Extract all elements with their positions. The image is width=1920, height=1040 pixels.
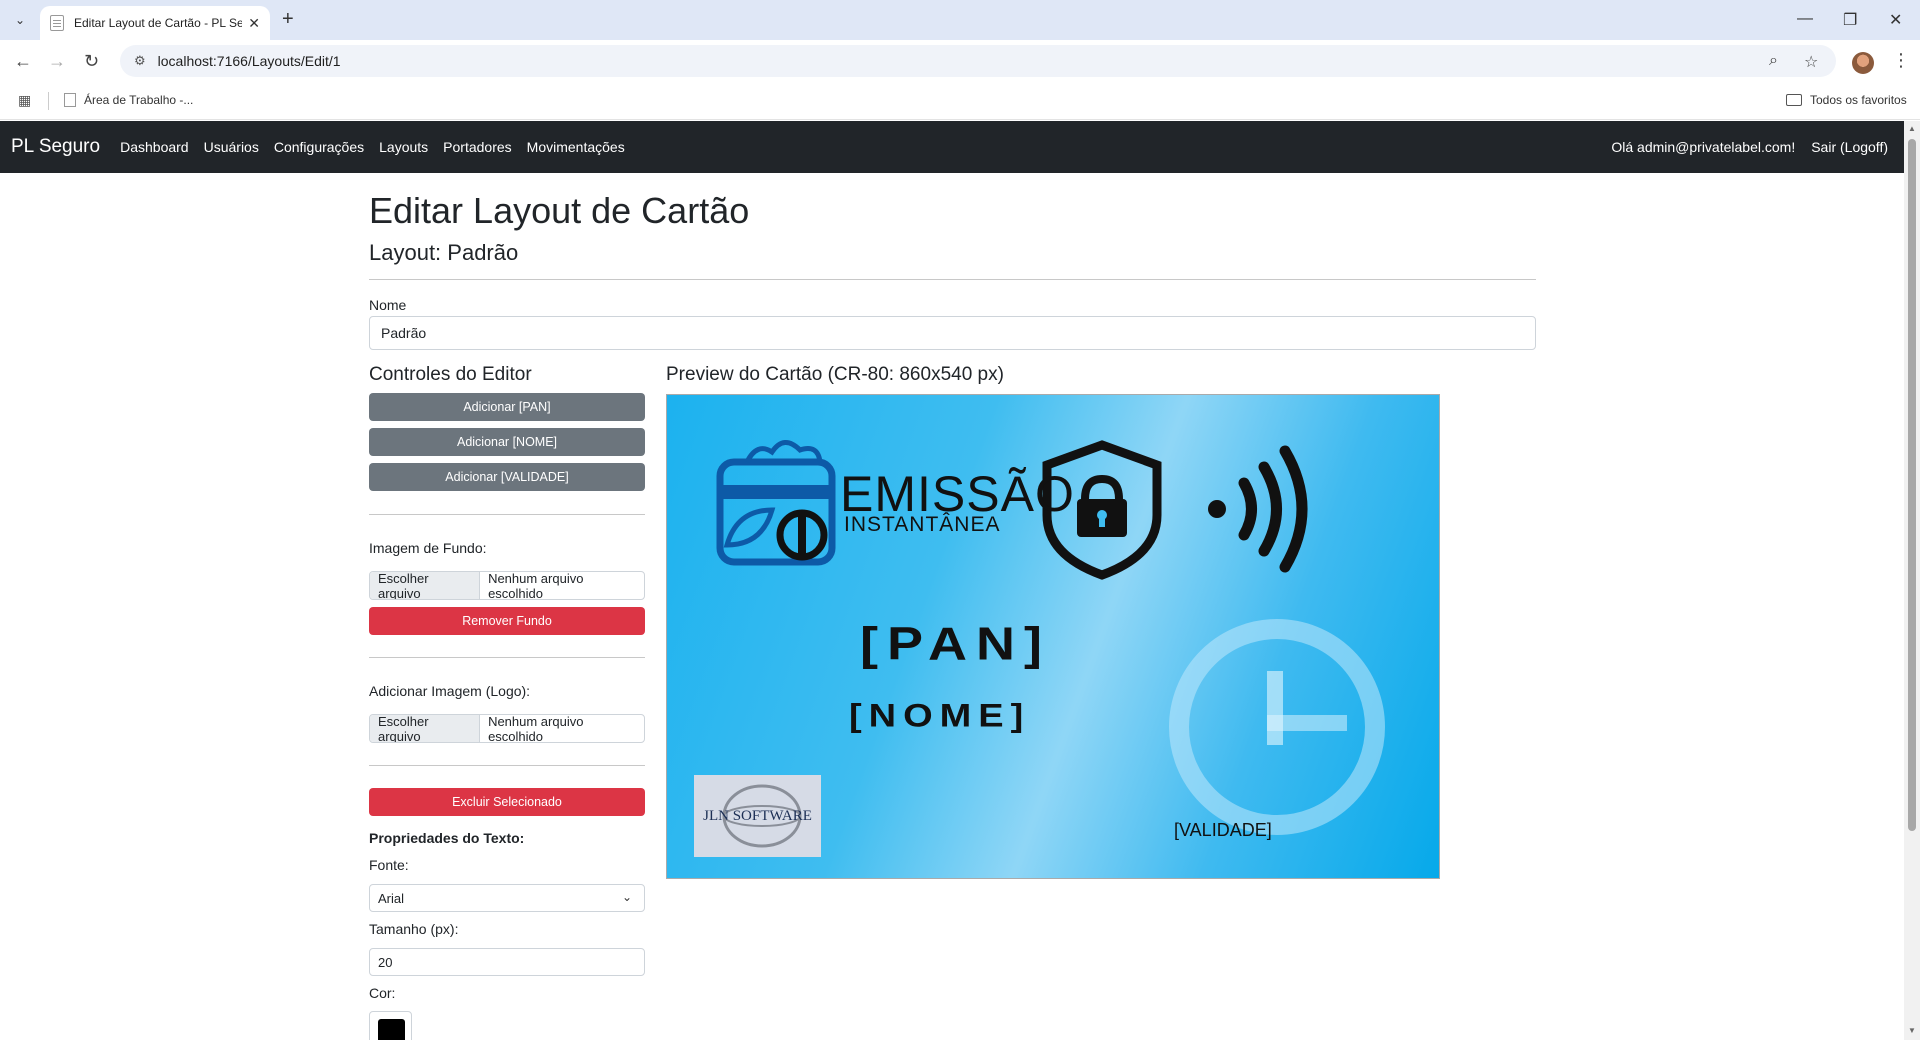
nav-link-usuarios[interactable]: Usuários (204, 139, 259, 155)
background-file-input[interactable]: Escolher arquivo Nenhum arquivo escolhid… (369, 571, 645, 600)
size-label: Tamanho (px): (369, 921, 459, 937)
scroll-up-arrow-icon[interactable]: ▲ (1908, 124, 1916, 133)
name-input-value: Padrão (381, 325, 427, 341)
logo-no-file-text: Nenhum arquivo escolhido (488, 714, 584, 743)
navbar-brand[interactable]: PL Seguro (11, 136, 100, 158)
add-validade-button[interactable]: Adicionar [VALIDADE] (369, 463, 645, 491)
bookmarks-separator (48, 92, 49, 110)
delete-selected-button[interactable]: Excluir Selecionado (369, 788, 645, 816)
page-title: Editar Layout de Cartão (369, 190, 750, 231)
size-input[interactable]: 20 (369, 948, 645, 976)
scrollbar-thumb[interactable] (1908, 139, 1916, 831)
card-nome-field[interactable]: [NOME] (849, 698, 1030, 735)
logout-link[interactable]: Sair (Logoff) (1811, 139, 1888, 155)
logo-image-label: Adicionar Imagem (Logo): (369, 683, 531, 699)
nav-link-configuracoes[interactable]: Configurações (274, 139, 364, 155)
contactless-icon (1208, 445, 1308, 573)
navbar-user-area: Olá admin@privatelabel.com! Sair (Logoff… (1611, 139, 1904, 155)
nav-link-movimentacoes[interactable]: Movimentações (527, 139, 625, 155)
editor-divider-2 (369, 657, 645, 658)
profile-avatar[interactable] (1852, 52, 1874, 74)
scroll-down-arrow-icon[interactable]: ▼ (1908, 1026, 1916, 1035)
url-text: localhost:7166/Layouts/Edit/1 (157, 53, 341, 69)
header-divider (369, 279, 1536, 280)
font-select[interactable]: Arial ⌄ (369, 884, 645, 912)
logo-file-input[interactable]: Escolher arquivo Nenhum arquivo escolhid… (369, 714, 645, 743)
bookmark-area-de-trabalho[interactable]: Área de Trabalho -... (64, 93, 193, 107)
back-arrow-icon[interactable]: ← (14, 51, 32, 71)
logo-choose-file-button[interactable]: Escolher arquivo (370, 715, 481, 742)
tab-close-icon[interactable]: ✕ (248, 15, 260, 32)
name-label: Nome (369, 297, 407, 313)
browser-tab[interactable]: Editar Layout de Cartão - PL Se ✕ (40, 6, 270, 40)
bookmark-star-icon[interactable]: ☆ (1804, 52, 1818, 72)
nav-link-layouts[interactable]: Layouts (379, 139, 428, 155)
editor-controls-title: Controles do Editor (369, 364, 532, 385)
restore-icon[interactable]: ❐ (1843, 10, 1857, 30)
zoom-icon[interactable]: ⌕ (1769, 52, 1778, 70)
add-pan-button[interactable]: Adicionar [PAN] (369, 393, 645, 421)
editor-divider-3 (369, 765, 645, 766)
ring-stem-decoration (1267, 671, 1283, 745)
forward-arrow-icon[interactable]: → (48, 51, 66, 71)
editor-divider-1 (369, 514, 645, 515)
app-navbar: PL Seguro Dashboard Usuários Configuraçõ… (0, 121, 1904, 173)
user-greeting-link[interactable]: Olá admin@privatelabel.com! (1611, 139, 1795, 155)
card-instantanea-text: INSTANTÂNEA (844, 513, 1001, 536)
minimize-icon[interactable]: — (1797, 10, 1813, 28)
font-label: Fonte: (369, 857, 409, 873)
address-bar-row: ← → ↻ ⚙ localhost:7166/Layouts/Edit/1 ⌕ … (0, 40, 1920, 82)
color-label: Cor: (369, 985, 396, 1001)
url-omnibox[interactable]: ⚙ localhost:7166/Layouts/Edit/1 (120, 45, 1836, 77)
emission-logo-icon (716, 440, 836, 566)
all-bookmarks-label: Todos os favoritos (1810, 93, 1907, 107)
remove-background-button[interactable]: Remover Fundo (369, 607, 645, 635)
browser-menu-icon[interactable]: ⋮ (1892, 50, 1910, 71)
folder-icon (1786, 94, 1802, 106)
new-tab-plus-icon[interactable]: + (282, 9, 294, 29)
color-swatch (378, 1019, 405, 1040)
page-subtitle: Layout: Padrão (369, 240, 519, 265)
ring-bar-decoration (1267, 715, 1347, 731)
size-input-value: 20 (378, 954, 393, 970)
tab-title: Editar Layout de Cartão - PL Se (74, 16, 243, 30)
page-scrollbar[interactable]: ▲ ▼ (1904, 121, 1920, 1040)
text-properties-title: Propriedades do Texto: (369, 830, 525, 846)
background-choose-file-button[interactable]: Escolher arquivo (370, 572, 481, 599)
bookmark-label: Área de Trabalho -... (84, 93, 194, 107)
tab-search-chevron-icon[interactable]: ⌄ (8, 8, 32, 32)
background-image-label: Imagem de Fundo: (369, 540, 487, 556)
browser-tab-bar: ⌄ Editar Layout de Cartão - PL Se ✕ + — … (0, 0, 1920, 40)
chevron-down-icon: ⌄ (621, 890, 632, 904)
bookmarks-bar: ▦ Área de Trabalho -... Todos os favorit… (0, 82, 1920, 120)
add-nome-button[interactable]: Adicionar [NOME] (369, 428, 645, 456)
jln-software-logo[interactable]: JLN SOFTWARE (694, 775, 821, 857)
color-picker[interactable] (369, 1011, 412, 1040)
jln-logo-text: JLN SOFTWARE (703, 807, 812, 824)
reload-icon[interactable]: ↻ (84, 51, 99, 71)
window-close-icon[interactable]: ✕ (1889, 10, 1902, 30)
page-favicon-icon (50, 15, 64, 31)
card-preview-title: Preview do Cartão (CR-80: 860x540 px) (666, 364, 1004, 385)
nav-link-portadores[interactable]: Portadores (443, 139, 511, 155)
font-select-value: Arial (378, 890, 405, 906)
bookmark-page-icon (64, 93, 76, 107)
card-preview-canvas[interactable]: EMISSÃO INSTANTÂNEA [PAN] [NOME] [VALIDA… (666, 394, 1440, 879)
background-no-file-text: Nenhum arquivo escolhido (488, 571, 584, 600)
site-info-icon[interactable]: ⚙ (134, 53, 146, 69)
card-pan-field[interactable]: [PAN] (860, 618, 1051, 671)
apps-grid-icon[interactable]: ▦ (18, 92, 31, 109)
nav-link-dashboard[interactable]: Dashboard (120, 139, 189, 155)
all-bookmarks-button[interactable]: Todos os favoritos (1786, 93, 1907, 107)
name-input[interactable]: Padrão (369, 316, 1536, 350)
card-validade-field[interactable]: [VALIDADE] (1174, 820, 1272, 841)
